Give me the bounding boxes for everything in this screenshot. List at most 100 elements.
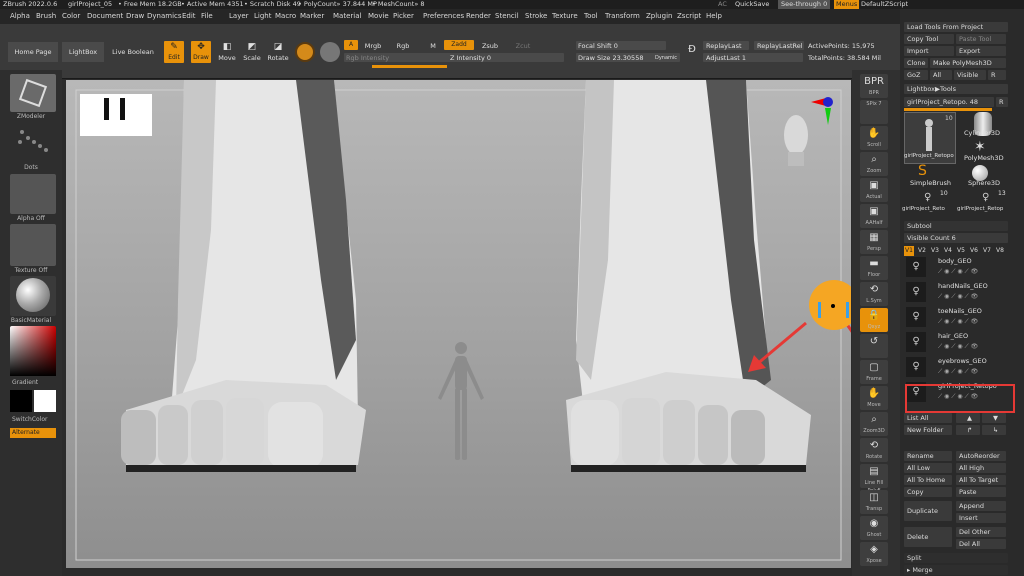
shelf-button-rotate[interactable]: ⟲ Rotate	[860, 438, 888, 462]
subtool-toggle-icons[interactable]: ⟋ ◉ ⟋ ◉ ⟋ 👁	[938, 293, 978, 301]
draw-button[interactable]: ✥ Draw	[191, 41, 211, 63]
subtool-row[interactable]: ♀ body_GEO ⟋ ◉ ⟋ ◉ ⟋ 👁	[904, 255, 1008, 279]
all-to-target-button[interactable]: All To Target	[956, 475, 1006, 485]
lightbox-button[interactable]: LightBox	[62, 42, 104, 62]
delete-button[interactable]: Delete	[904, 527, 952, 547]
move-down-arrow-icon[interactable]: ▼	[982, 413, 1006, 423]
shelf-button-move[interactable]: ✋ Move	[860, 386, 888, 410]
shelf-button-actual[interactable]: ▣ Actual	[860, 178, 888, 202]
menu-stroke[interactable]: Stroke	[525, 12, 547, 20]
shelf-button-zoom3d[interactable]: ⌕ Zoom3D	[860, 412, 888, 436]
menu-draw[interactable]: Draw	[126, 12, 144, 20]
quicksave-button[interactable]: QuickSave	[735, 0, 769, 9]
subtool-row[interactable]: ♀ hair_GEO ⟋ ◉ ⟋ ◉ ⟋ 👁	[904, 330, 1008, 354]
color-sphere-icon[interactable]	[320, 42, 340, 62]
move-up-folder-icon[interactable]: ↱	[956, 425, 980, 435]
menu-file[interactable]: File	[201, 12, 213, 20]
menu-stencil[interactable]: Stencil	[495, 12, 519, 20]
subtool-row[interactable]: ♀ handNails_GEO ⟋ ◉ ⟋ ◉ ⟋ 👁	[904, 280, 1008, 304]
dots-stroke-thumb[interactable]	[10, 122, 56, 162]
goz-visible-button[interactable]: Visible	[954, 70, 986, 80]
paste-button[interactable]: Paste	[956, 487, 1006, 497]
menu-edit[interactable]: Edit	[182, 12, 196, 20]
mrgb-button[interactable]: Mrgb	[362, 42, 384, 50]
current-tool-slider[interactable]: girlProject_Retopo. 48	[904, 97, 994, 107]
edit-button[interactable]: ✎ Edit	[164, 41, 184, 63]
alpha-thumb[interactable]	[10, 174, 56, 214]
menu-light[interactable]: Light	[254, 12, 271, 20]
menu-preferences[interactable]: Preferences	[423, 12, 464, 20]
shelf-button-xpose[interactable]: ◈ Xpose	[860, 542, 888, 566]
shelf-button-bpr[interactable]: BPR BPR	[860, 74, 888, 98]
menus-button[interactable]: Menus	[834, 0, 860, 9]
zsub-button[interactable]: Zsub	[480, 42, 500, 50]
subtool-header[interactable]: Subtool	[904, 221, 1008, 231]
home-page-button[interactable]: Home Page	[8, 42, 58, 62]
clone-button[interactable]: Clone	[904, 58, 928, 68]
shelf-button-line-fill-polyf[interactable]: ▤Line Fill PolyF	[860, 464, 888, 494]
new-folder-button[interactable]: New Folder	[904, 425, 952, 435]
material-sphere-icon[interactable]	[295, 42, 315, 62]
polymesh-star-icon[interactable]: ✶	[974, 139, 986, 155]
shelf-button-zoom[interactable]: ⌕ Zoom	[860, 152, 888, 176]
shelf-button-l-sym[interactable]: ⟲ L.Sym	[860, 282, 888, 306]
menu-texture[interactable]: Texture	[552, 12, 578, 20]
goz-r-button[interactable]: R	[988, 70, 1006, 80]
main-color-swatch[interactable]	[10, 390, 32, 412]
auto-reorder-button[interactable]: AutoReorder	[956, 451, 1006, 461]
menu-color[interactable]: Color	[62, 12, 80, 20]
menu-document[interactable]: Document	[87, 12, 123, 20]
shelf-button-transp[interactable]: ◫ Transp	[860, 490, 888, 514]
subtool-row[interactable]: ♀ toeNails_GEO ⟋ ◉ ⟋ ◉ ⟋ 👁	[904, 305, 1008, 329]
shelf-button-spix-7[interactable]: SPix 7	[860, 100, 888, 124]
simplebrush-icon[interactable]: S	[918, 163, 927, 179]
menu-material[interactable]: Material	[333, 12, 361, 20]
material-thumb[interactable]	[10, 276, 56, 316]
subtool-toggle-icons[interactable]: ⟋ ◉ ⟋ ◉ ⟋ 👁	[938, 318, 978, 326]
zcut-button[interactable]: Zcut	[514, 42, 532, 50]
default-zscript-button[interactable]: DefaultZScript	[861, 0, 908, 9]
menu-tool[interactable]: Tool	[584, 12, 598, 20]
menu-picker[interactable]: Picker	[393, 12, 414, 20]
canvas-viewport[interactable]	[66, 80, 851, 568]
rename-button[interactable]: Rename	[904, 451, 952, 461]
goz-all-button[interactable]: All	[930, 70, 952, 80]
a-button[interactable]: A	[344, 40, 358, 50]
menu-zplugin[interactable]: Zplugin	[646, 12, 672, 20]
scale-button[interactable]: ◩ Scale	[241, 41, 263, 63]
export-button[interactable]: Export	[956, 46, 1006, 56]
secondary-color-swatch[interactable]	[34, 390, 56, 412]
make-polymesh-button[interactable]: Make PolyMesh3D	[930, 58, 1006, 68]
menu-brush[interactable]: Brush	[36, 12, 56, 20]
shelf-button-reset[interactable]: ↺	[860, 334, 888, 358]
all-to-home-button[interactable]: All To Home	[904, 475, 952, 485]
menu-movie[interactable]: Movie	[368, 12, 389, 20]
zadd-button[interactable]: Zadd	[444, 40, 474, 50]
shelf-button-frame[interactable]: ▢ Frame	[860, 360, 888, 384]
zmodeler-brush-thumb[interactable]	[10, 74, 56, 112]
texture-thumb[interactable]	[10, 224, 56, 266]
append-button[interactable]: Append	[956, 501, 1006, 511]
move-down-folder-icon[interactable]: ↳	[982, 425, 1006, 435]
del-all-button[interactable]: Del All	[956, 539, 1006, 549]
insert-button[interactable]: Insert	[956, 513, 1006, 523]
menu-render[interactable]: Render	[466, 12, 491, 20]
dynamic-button[interactable]: Dynamic	[655, 55, 677, 61]
tool-6-figure-icon[interactable]: ♀	[924, 192, 931, 203]
del-other-button[interactable]: Del Other	[956, 527, 1006, 537]
copy-button[interactable]: Copy	[904, 487, 952, 497]
split-header[interactable]: Split	[904, 553, 1008, 563]
lightbox-tools-button[interactable]: Lightbox▶Tools	[904, 84, 1008, 94]
all-low-button[interactable]: All Low	[904, 463, 952, 473]
all-high-button[interactable]: All High	[956, 463, 1006, 473]
menu-macro[interactable]: Macro	[275, 12, 296, 20]
menu-marker[interactable]: Marker	[300, 12, 324, 20]
subtool-toggle-icons[interactable]: ⟋ ◉ ⟋ ◉ ⟋ 👁	[938, 368, 978, 376]
shelf-button-scroll[interactable]: ✋ Scroll	[860, 126, 888, 150]
shelf-button-ghost[interactable]: ◉ Ghost	[860, 516, 888, 540]
subtool-toggle-icons[interactable]: ⟋ ◉ ⟋ ◉ ⟋ 👁	[938, 268, 978, 276]
menu-layer[interactable]: Layer	[229, 12, 249, 20]
shelf-button-persp[interactable]: ▦ Persp	[860, 230, 888, 254]
color-picker[interactable]	[10, 326, 56, 376]
shelf-button-floor[interactable]: ▬ Floor	[860, 256, 888, 280]
